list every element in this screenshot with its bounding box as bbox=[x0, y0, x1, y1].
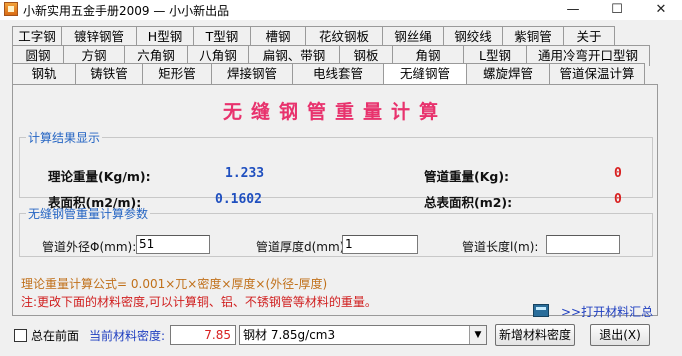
add-density-button[interactable]: 新增材料密度 bbox=[495, 324, 575, 346]
tab-strand[interactable]: 钢绞线 bbox=[443, 26, 503, 47]
formula-text: 理论重量计算公式= 0.001×兀×密度×厚度×(外径-厚度) bbox=[21, 277, 328, 291]
maximize-button[interactable]: ☐ bbox=[596, 0, 638, 20]
page-title: 无缝钢管重量计算 bbox=[222, 101, 447, 123]
tab-h-beam[interactable]: H型钢 bbox=[136, 26, 194, 47]
tab-welded-pipe[interactable]: 焊接钢管 bbox=[211, 63, 293, 84]
theory-weight-value: 1.233 bbox=[225, 166, 265, 181]
tab-rect-tube[interactable]: 矩形管 bbox=[142, 63, 212, 84]
tab-spiral-pipe[interactable]: 螺旋焊管 bbox=[466, 63, 550, 84]
tab-row-1: 工字钢 镀锌钢管 H型钢 T型钢 槽钢 花纹钢板 钢丝绳 钢绞线 紫铜管 关于 bbox=[12, 26, 615, 47]
tab-copper-tube[interactable]: 紫铜管 bbox=[502, 26, 564, 47]
tab-seamless-pipe[interactable]: 无缝钢管 bbox=[383, 63, 467, 84]
tab-cast-iron-pipe[interactable]: 铸铁管 bbox=[75, 63, 143, 84]
tab-channel[interactable]: 槽钢 bbox=[250, 26, 306, 47]
open-material-summary-link[interactable]: >>打开材料汇总 bbox=[561, 303, 653, 320]
app-icon bbox=[4, 2, 18, 16]
seamless-pipe-panel: 无缝钢管重量计算 计算结果显示 理论重量(Kg/m): 1.233 表面积(m2… bbox=[12, 84, 658, 319]
material-select[interactable]: 钢材 7.85g/cm3 ▼ bbox=[239, 325, 487, 345]
density-note: 注:更改下面的材料密度,可以计算铜、铝、不锈钢管等材料的重量。 bbox=[21, 295, 377, 309]
length-label: 管道长度l(m): bbox=[462, 240, 539, 254]
app-window: 小新实用五金手册2009 — 小小新出品 — ☐ ✕ 工字钢 镀锌钢管 H型钢 … bbox=[0, 0, 682, 356]
params-group: 无缝钢管重量计算参数 管道外径Φ(mm): 51 管道厚度d(mm): 1 管道… bbox=[19, 205, 653, 257]
thickness-label: 管道厚度d(mm): bbox=[256, 240, 349, 254]
tab-galvanized-pipe[interactable]: 镀锌钢管 bbox=[61, 26, 137, 47]
current-density-input[interactable]: 7.85 bbox=[170, 325, 236, 345]
thickness-input[interactable]: 1 bbox=[342, 235, 418, 254]
always-on-top-label[interactable]: 总在前面 bbox=[31, 327, 79, 344]
title-bar: 小新实用五金手册2009 — 小小新出品 — ☐ ✕ bbox=[0, 0, 682, 20]
minimize-button[interactable]: — bbox=[552, 0, 594, 20]
calculator-icon[interactable] bbox=[533, 304, 549, 317]
current-density-label: 当前材料密度: bbox=[89, 329, 166, 343]
tab-wire-rope[interactable]: 钢丝绳 bbox=[382, 26, 444, 47]
tab-about[interactable]: 关于 bbox=[563, 26, 615, 47]
tab-conduit[interactable]: 电线套管 bbox=[292, 63, 384, 84]
pipe-weight-value: 0 bbox=[614, 166, 622, 181]
length-input[interactable] bbox=[546, 235, 620, 254]
tab-insulation[interactable]: 管道保温计算 bbox=[549, 63, 645, 84]
results-group: 计算结果显示 理论重量(Kg/m): 1.233 表面积(m2/m): 0.16… bbox=[19, 129, 653, 210]
tab-checkered-plate[interactable]: 花纹钢板 bbox=[305, 26, 383, 47]
chevron-down-icon[interactable]: ▼ bbox=[469, 326, 486, 344]
outer-diameter-input[interactable]: 51 bbox=[136, 235, 210, 254]
tab-rail[interactable]: 钢轨 bbox=[12, 63, 76, 84]
theory-weight-label: 理论重量(Kg/m): bbox=[48, 169, 151, 184]
material-selected-value: 钢材 7.85g/cm3 bbox=[243, 328, 336, 342]
params-legend: 无缝钢管重量计算参数 bbox=[28, 207, 149, 221]
tab-i-beam[interactable]: 工字钢 bbox=[12, 26, 62, 47]
results-legend: 计算结果显示 bbox=[28, 131, 101, 145]
outer-diameter-label: 管道外径Φ(mm): bbox=[42, 240, 137, 254]
tab-t-beam[interactable]: T型钢 bbox=[193, 26, 251, 47]
pipe-weight-label: 管道重量(Kg): bbox=[424, 169, 510, 184]
exit-button[interactable]: 退出(X) bbox=[590, 324, 650, 346]
window-title: 小新实用五金手册2009 — 小小新出品 bbox=[23, 4, 230, 18]
close-button[interactable]: ✕ bbox=[640, 0, 682, 20]
always-on-top-checkbox[interactable] bbox=[14, 329, 27, 342]
window-edge bbox=[666, 20, 682, 356]
tab-row-3: 钢轨 铸铁管 矩形管 焊接钢管 电线套管 无缝钢管 螺旋焊管 管道保温计算 bbox=[12, 63, 645, 84]
